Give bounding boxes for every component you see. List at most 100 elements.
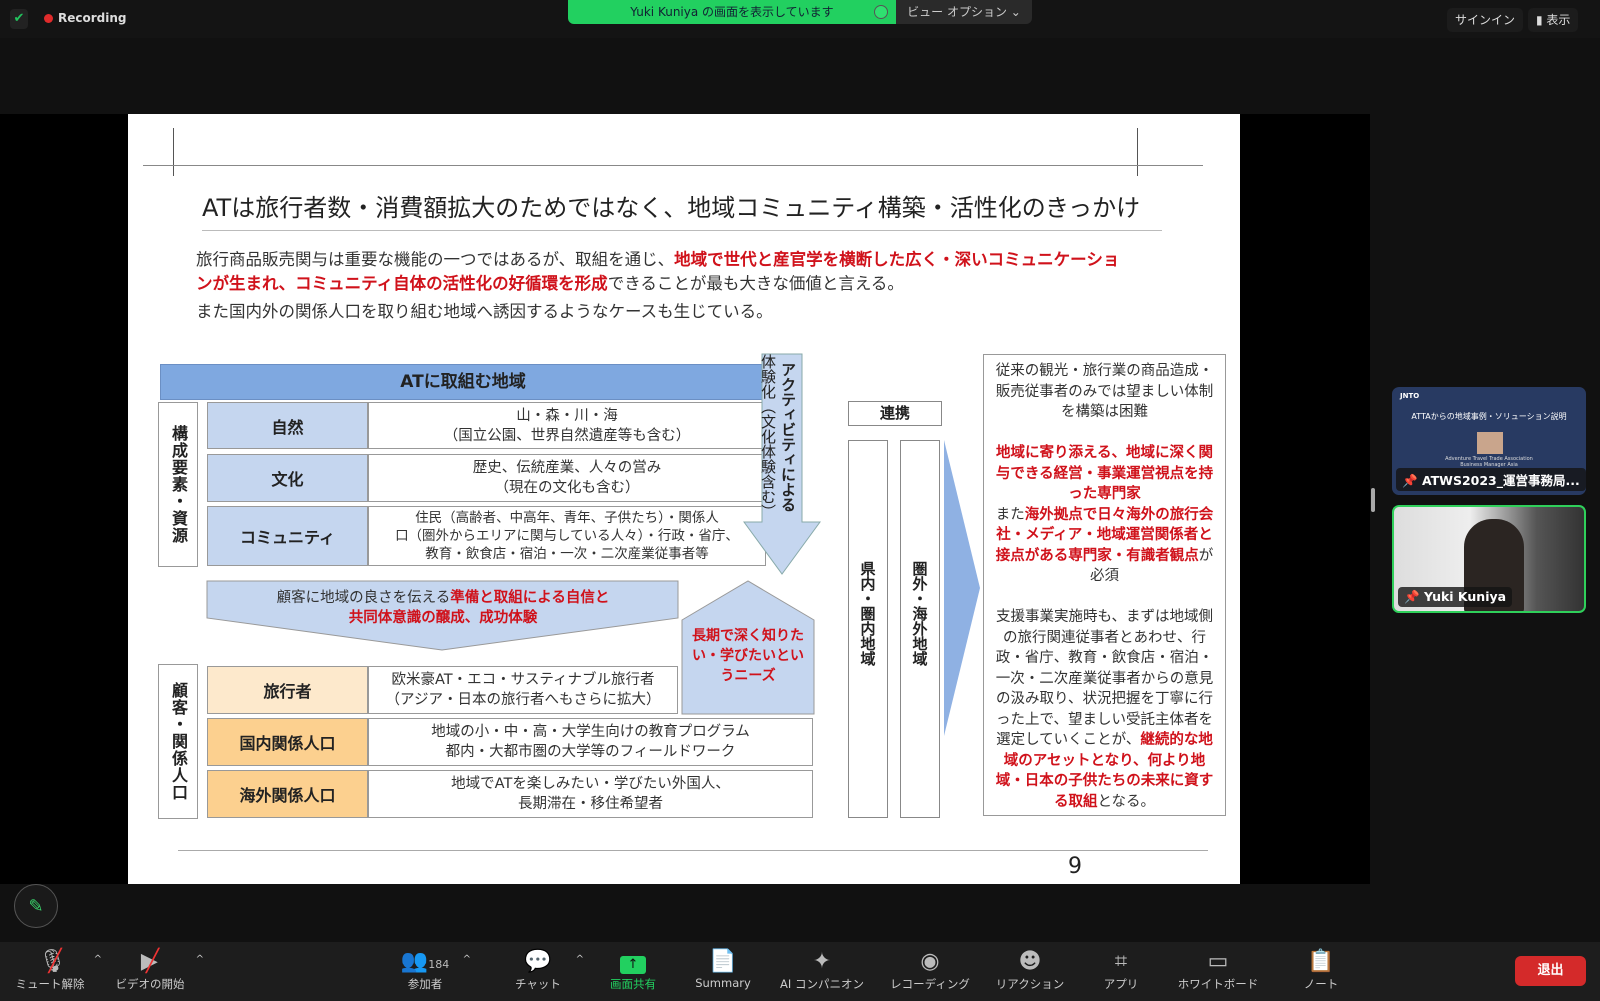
leave-button[interactable]: 退出 — [1515, 956, 1586, 986]
annotate-pencil-icon[interactable]: ✎ — [14, 884, 58, 928]
label: アプリ — [1103, 977, 1139, 991]
activity-arrow-text: 体験化（文化体験含む） — [759, 354, 777, 519]
apps-button[interactable]: ⌗ アプリ — [1098, 948, 1144, 992]
customer-label: 旅行者 — [207, 666, 368, 714]
sign-in-button[interactable]: サインイン — [1447, 8, 1524, 32]
customers-label: 顧客・関係人口 — [158, 664, 198, 819]
page-number: 9 — [1068, 854, 1082, 879]
label: 画面共有 — [610, 977, 656, 991]
line: （現在の文化も含む） — [494, 480, 640, 496]
start-video-button[interactable]: ▶╱ ビデオの開始 ^ — [112, 948, 205, 992]
share-screen-icon: ↑ — [602, 948, 664, 976]
notes-icon: 📋 — [1307, 949, 1335, 974]
participant-tile[interactable]: JNTO ATTAからの地域事例・ソリューション説明 Adventure Tra… — [1392, 387, 1586, 495]
resource-label: 自然 — [207, 402, 368, 449]
jnto-logo: JNTO — [1400, 392, 1420, 400]
thumb-title: ATTAからの地域事例・ソリューション説明 — [1411, 412, 1567, 421]
label: 参加者 — [407, 977, 443, 991]
slide-tick-left — [173, 128, 174, 176]
panel-resize-handle[interactable] — [1371, 488, 1375, 512]
title-underline — [202, 230, 1162, 231]
right-text: また — [995, 506, 1025, 523]
para-text: 旅行商品販売関与は重要な機能の一つではあるが、取組を通じ、 — [196, 250, 675, 269]
chat-button[interactable]: 💬 チャット ^ — [508, 948, 584, 992]
presentation-slide: ATは旅行者数・消費額拡大のためではなく、地域コミュニティ構築・活性化のきっかけ… — [128, 114, 1240, 884]
inner-region-column: 県内・圏内地域 — [848, 440, 888, 818]
chat-icon: 💬 — [524, 949, 552, 974]
right-text: となる。 — [1097, 793, 1156, 810]
share-notice-text: Yuki Kuniya の画面を表示しています — [630, 5, 834, 19]
pin-icon: 📌 — [1402, 473, 1418, 488]
reactions-button[interactable]: ☻ リアクション — [990, 948, 1070, 992]
line: 口（圏外からエリアに関与している人々）・行政・省庁、 — [395, 528, 739, 544]
summary-button[interactable]: 📄 Summary — [690, 948, 756, 990]
video-off-icon: ▶╱ — [140, 949, 160, 974]
recording-indicator[interactable]: Recording — [44, 11, 127, 25]
unmute-button[interactable]: 🎙╱ ミュート解除 ^ — [14, 948, 103, 992]
label: ノート — [1303, 977, 1339, 991]
view-options-button[interactable]: ビュー オプション ⌄ — [896, 0, 1032, 24]
caret-up-icon[interactable]: ^ — [576, 954, 584, 965]
record-button[interactable]: ◉ レコーディング — [885, 948, 975, 992]
right-highlight: 海外拠点で日々海外の旅行会社・メディア・地域運営関係者と接点がある専門家・有識者… — [995, 506, 1214, 564]
line: 都内・大都市圏の大学等のフィールドワーク — [445, 744, 736, 760]
right-text: 従来の観光・旅行業の商品造成・販売従事者のみでは望ましい体制を構築は困難 — [995, 363, 1214, 420]
display-button[interactable]: ▮ 表示 — [1528, 8, 1579, 32]
label: レコーディング — [890, 977, 970, 991]
share-screen-button[interactable]: ↑ 画面共有 — [602, 948, 664, 992]
resource-label: コミュニティ — [207, 506, 368, 566]
summary-doc-icon: 📄 — [709, 949, 737, 974]
label: ミュート解除 — [15, 977, 85, 991]
resources-label: 構成要素・資源 — [158, 402, 198, 567]
recording-label: Recording — [58, 11, 127, 25]
label: AI コンパニオン — [780, 977, 864, 991]
resource-label: 文化 — [207, 454, 368, 502]
line: 長期滞在・移住希望者 — [518, 796, 663, 812]
slide-top-rule — [143, 165, 1203, 166]
participants-button[interactable]: 👥184 参加者 ^ — [395, 948, 471, 992]
ai-companion-button[interactable]: ✦ AI コンパニオン — [775, 948, 869, 992]
customer-value: 地域の小・中・高・大学生向けの教育プログラム 都内・大都市圏の大学等のフィールドワ… — [368, 718, 813, 766]
participant-tile-active[interactable]: 📌 Yuki Kuniya — [1392, 505, 1586, 613]
speaker-photo — [1477, 432, 1503, 454]
slide-bottom-rule — [178, 850, 1208, 851]
muted-mic-icon: 🎙╱ — [38, 949, 67, 974]
display-label: 表示 — [1546, 13, 1571, 27]
right-arrow — [944, 440, 980, 736]
customer-label: 国内関係人口 — [207, 718, 368, 766]
notes-button[interactable]: 📋 ノート — [1298, 948, 1344, 992]
screen-share-notice: Yuki Kuniya の画面を表示しています — [568, 0, 896, 24]
label: ビデオの開始 — [115, 977, 185, 991]
slide-tick-right — [1137, 128, 1138, 176]
right-explanation-box: 従来の観光・旅行業の商品造成・販売従事者のみでは望ましい体制を構築は困難 地域に… — [983, 354, 1226, 816]
line: 欧米豪AT・エコ・サスティナブル旅行者 — [391, 672, 655, 688]
stop-share-icon[interactable] — [874, 5, 888, 19]
line: （アジア・日本の旅行者へもさらに拡大） — [385, 692, 661, 708]
whiteboard-button[interactable]: ▭ ホワイトボード — [1172, 948, 1264, 992]
resource-value: 山・森・川・海 （国立公園、世界自然遺産等も含む） — [368, 402, 766, 449]
line: 教育・飲食店・宿泊・一次・二次産業従事者等 — [425, 546, 709, 562]
record-icon: ◉ — [920, 949, 940, 974]
line: （国立公園、世界自然遺産等も含む） — [443, 427, 691, 444]
para-highlight: ンが生まれ、コミュニティ自体の活性化の好循環を形成 — [196, 274, 608, 293]
caret-up-icon[interactable]: ^ — [196, 954, 204, 965]
participant-count: 184 — [428, 958, 450, 971]
para-highlight: 地域で世代と産官学を横断した広く・深いコミュニケーショ — [674, 250, 1120, 269]
caret-up-icon[interactable]: ^ — [94, 954, 102, 965]
caret-up-icon[interactable]: ^ — [463, 954, 471, 965]
para-text: また国内外の関係人口を取り組む地域へ誘因するようなケースも生じている。 — [196, 302, 773, 321]
outer-region-text: 圏外・海外地域 — [910, 561, 929, 666]
recording-dot-icon — [44, 13, 53, 23]
apps-icon: ⌗ — [1114, 949, 1128, 974]
label: リアクション — [995, 977, 1065, 991]
sparkle-icon: ✦ — [812, 949, 832, 974]
emoji-plus-icon: ☻ — [1018, 949, 1042, 974]
resource-value: 歴史、伝統産業、人々の営み （現在の文化も含む） — [368, 454, 766, 502]
participants-icon: 👥184 — [400, 949, 450, 974]
para-text: できることが最も大きな価値と言える。 — [607, 274, 904, 293]
activity-arrow-text: アクティビティによる — [779, 362, 797, 512]
banner-highlight: 準備と取組による自信と — [450, 590, 610, 606]
customer-value: 地域でATを楽しみたい・学びたい外国人、 長期滞在・移住希望者 — [368, 770, 813, 818]
right-text: 支援事業実施時も、まずは地域側の旅行関連従事者とあわせ、行政・省庁、教育・飲食店… — [995, 609, 1214, 748]
security-shield-icon[interactable]: ✔ — [10, 9, 28, 29]
